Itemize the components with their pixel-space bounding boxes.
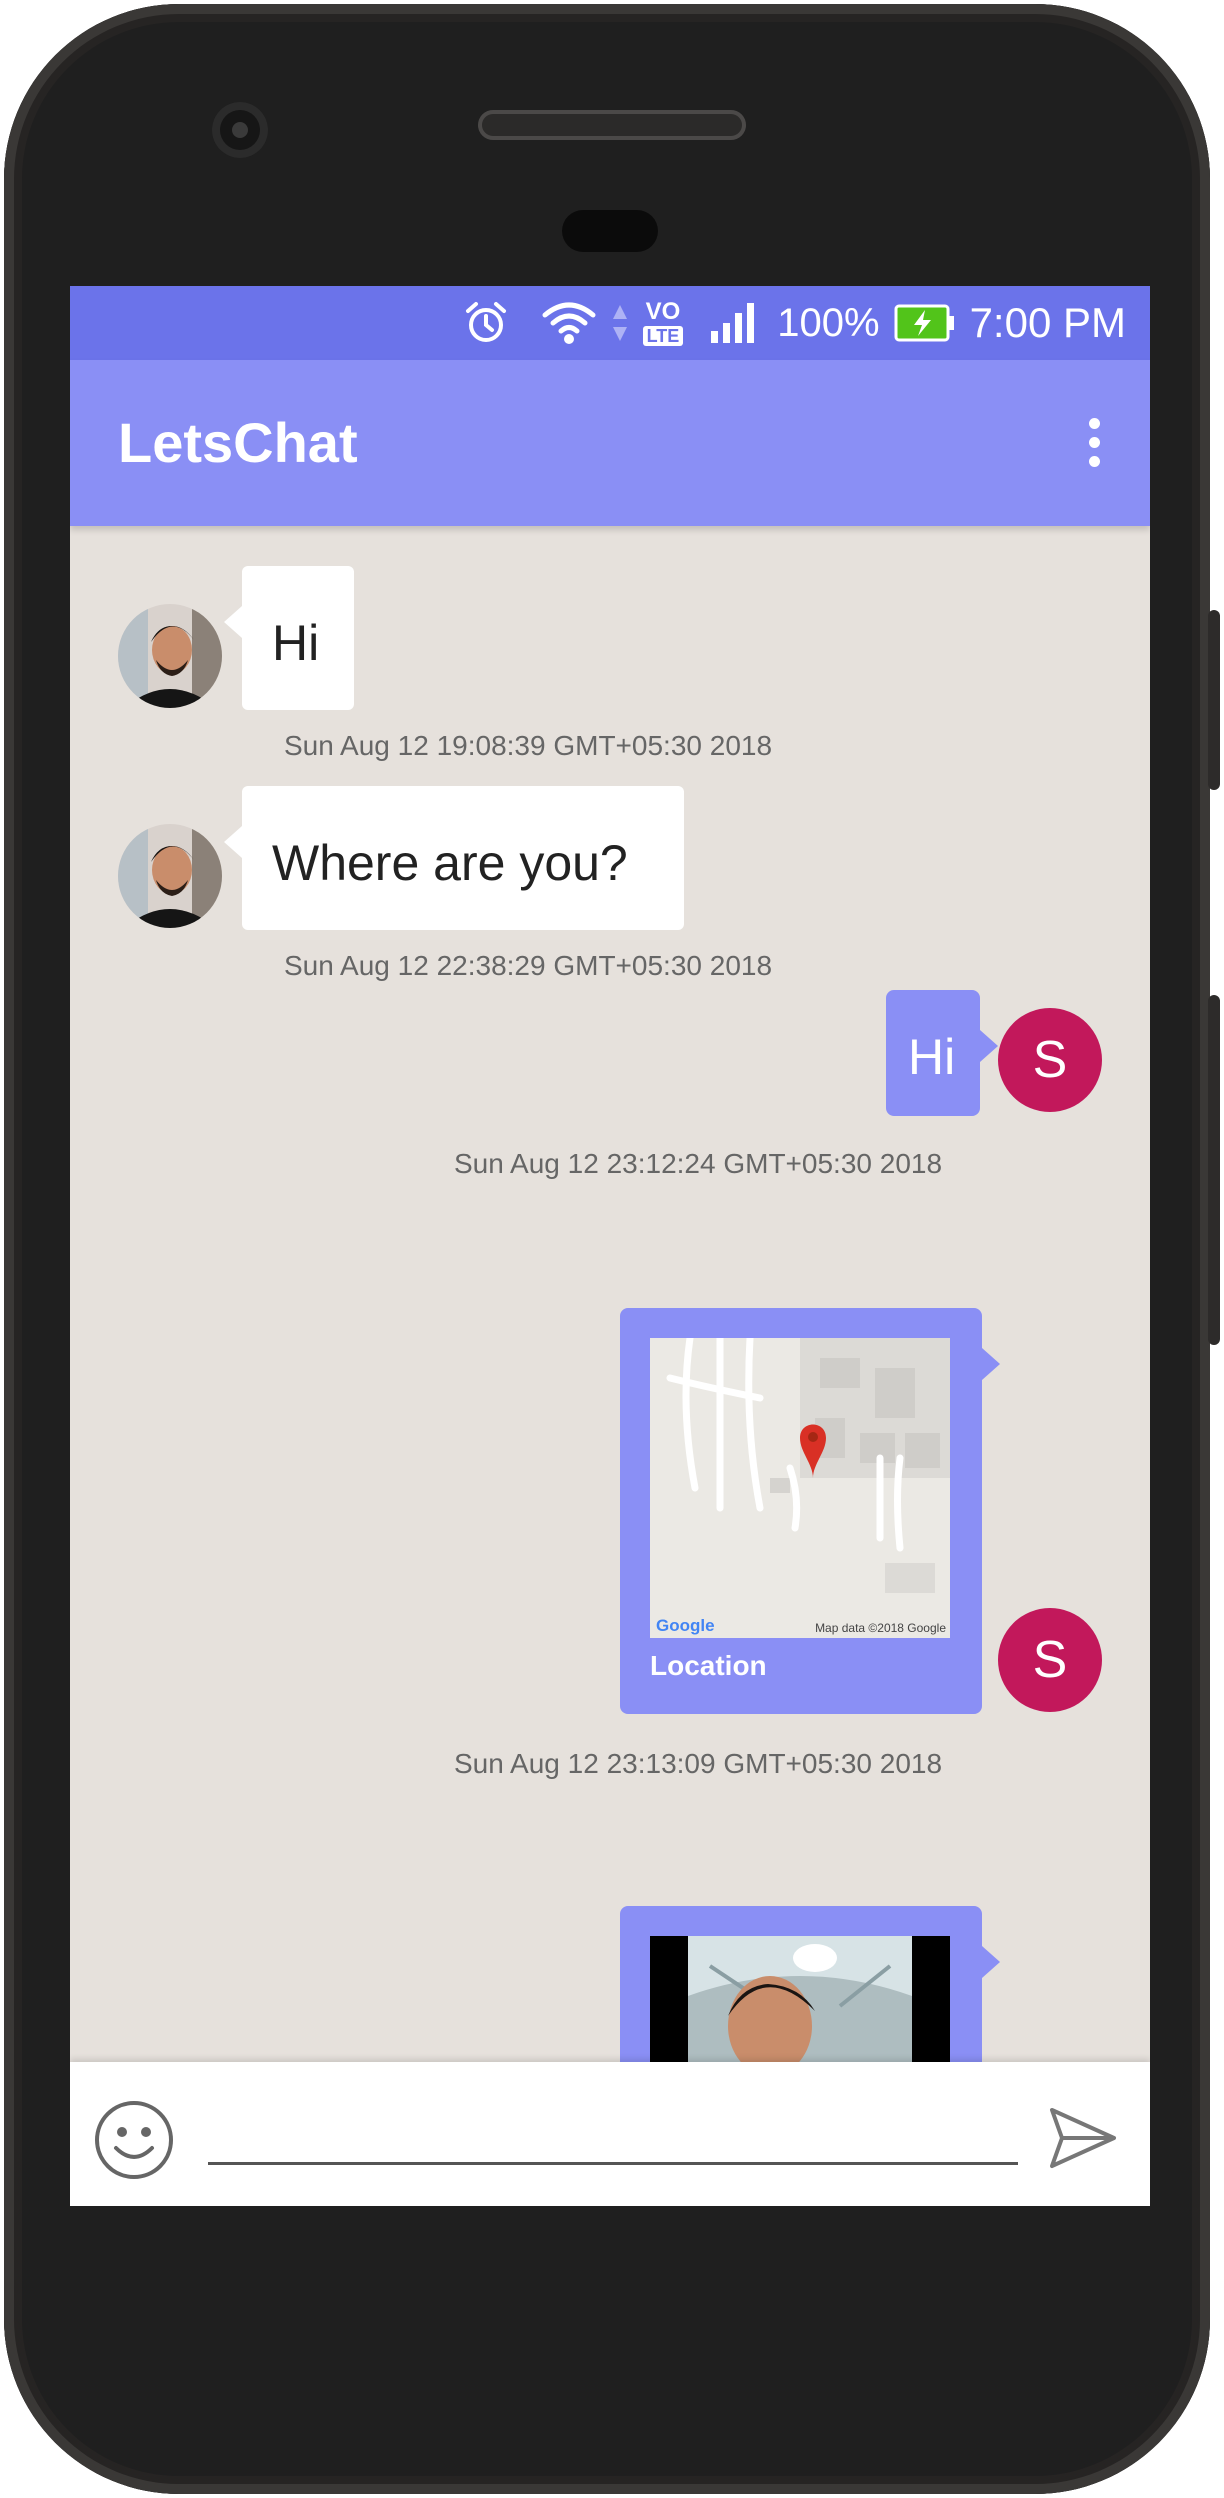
volume-button[interactable] [1208,995,1220,1345]
location-caption: Location [650,1650,767,1681]
battery-charging-icon [894,303,956,343]
incoming-message-bubble[interactable]: Where are you? [224,786,684,930]
status-time: 7:00 PM [969,299,1126,346]
message-text: Where are you? [272,835,628,891]
message-composer [70,2062,1150,2206]
map-attribution: Map data ©2018 Google [815,1621,946,1635]
app-screen: VO LTE 100% 7:00 PM LetsChat Hi Sun Aug … [70,286,1150,2206]
overflow-menu-icon[interactable] [1086,418,1102,472]
lte-badge: LTE [642,326,684,346]
message-timestamp: Sun Aug 12 23:13:09 GMT+05:30 2018 [454,1748,943,1779]
location-message-bubble[interactable]: Google Map data ©2018 Google Location [620,1308,1000,1714]
message-timestamp: Sun Aug 12 19:08:39 GMT+05:30 2018 [284,730,773,761]
volte-lte-icon: VO LTE [642,298,684,346]
front-camera [212,102,268,158]
message-text: Hi [908,1029,956,1085]
volte-badge: VO [645,298,681,325]
alarm-icon [463,300,509,346]
emoji-icon[interactable] [94,2100,174,2180]
sender-avatar[interactable]: S [998,1608,1102,1712]
send-icon[interactable] [1048,2106,1118,2170]
outgoing-message-bubble[interactable]: Hi [886,990,998,1116]
sender-avatar[interactable]: S [998,1008,1102,1112]
power-button[interactable] [1208,610,1220,790]
message-timestamp: Sun Aug 12 23:12:24 GMT+05:30 2018 [454,1148,943,1179]
contact-avatar[interactable] [118,604,222,708]
message-input[interactable] [208,2086,1018,2165]
google-logo: Google [656,1616,715,1635]
battery-percent: 100% [777,300,880,345]
app-bar: LetsChat [70,360,1150,526]
app-title: LetsChat [118,411,358,474]
status-bar: VO LTE 100% 7:00 PM [70,286,1150,360]
message-text: Hi [272,615,320,671]
cell-signal-icon [709,301,757,345]
wifi-icon [541,301,597,345]
phone-frame: VO LTE 100% 7:00 PM LetsChat Hi Sun Aug … [4,4,1210,2494]
map-thumbnail[interactable]: Google Map data ©2018 Google [650,1338,950,1638]
contact-avatar[interactable] [118,824,222,928]
incoming-message-bubble[interactable]: Hi [224,566,354,710]
proximity-sensor [562,210,658,252]
message-timestamp: Sun Aug 12 22:38:29 GMT+05:30 2018 [284,950,773,981]
data-activity-icon [611,301,629,345]
earpiece-speaker [478,110,746,140]
